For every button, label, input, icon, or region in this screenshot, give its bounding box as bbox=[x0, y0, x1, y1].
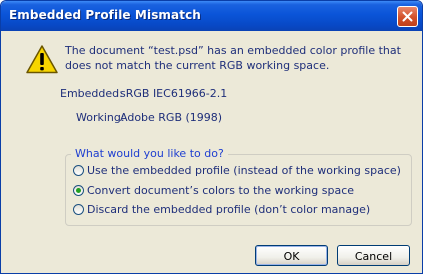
title-bar[interactable]: Embedded Profile Mismatch bbox=[1, 1, 422, 31]
option-convert[interactable]: Convert document’s colors to the working… bbox=[73, 182, 354, 198]
dialog-window: Embedded Profile Mismatch The document “… bbox=[0, 0, 423, 274]
close-button[interactable] bbox=[397, 6, 418, 27]
dialog-body: The document “test.psd” has an embedded … bbox=[4, 31, 419, 270]
option-convert-label[interactable]: Convert document’s colors to the working… bbox=[87, 184, 354, 197]
ok-button[interactable]: OK bbox=[255, 245, 328, 266]
cancel-button[interactable]: Cancel bbox=[337, 245, 410, 266]
close-icon bbox=[402, 11, 413, 22]
radio-convert[interactable] bbox=[73, 184, 84, 196]
working-space-value: Adobe RGB (1998) bbox=[120, 111, 223, 124]
radio-use-embedded[interactable] bbox=[73, 164, 84, 176]
option-discard[interactable]: Discard the embedded profile (don’t colo… bbox=[73, 201, 370, 217]
message-text: The document “test.psd” has an embedded … bbox=[65, 44, 401, 72]
option-use-embedded-label[interactable]: Use the embedded profile (instead of the… bbox=[87, 164, 401, 177]
option-use-embedded[interactable]: Use the embedded profile (instead of the… bbox=[73, 162, 401, 178]
dialog-title: Embedded Profile Mismatch bbox=[9, 8, 201, 22]
working-label: Working: bbox=[76, 111, 125, 124]
warning-icon bbox=[26, 45, 58, 74]
radio-discard[interactable] bbox=[73, 203, 84, 215]
embedded-label: Embedded: bbox=[60, 87, 123, 100]
options-question: What would you like to do? bbox=[71, 147, 228, 160]
option-discard-label[interactable]: Discard the embedded profile (don’t colo… bbox=[87, 203, 370, 216]
embedded-profile-value: sRGB IEC61966-2.1 bbox=[120, 87, 228, 100]
